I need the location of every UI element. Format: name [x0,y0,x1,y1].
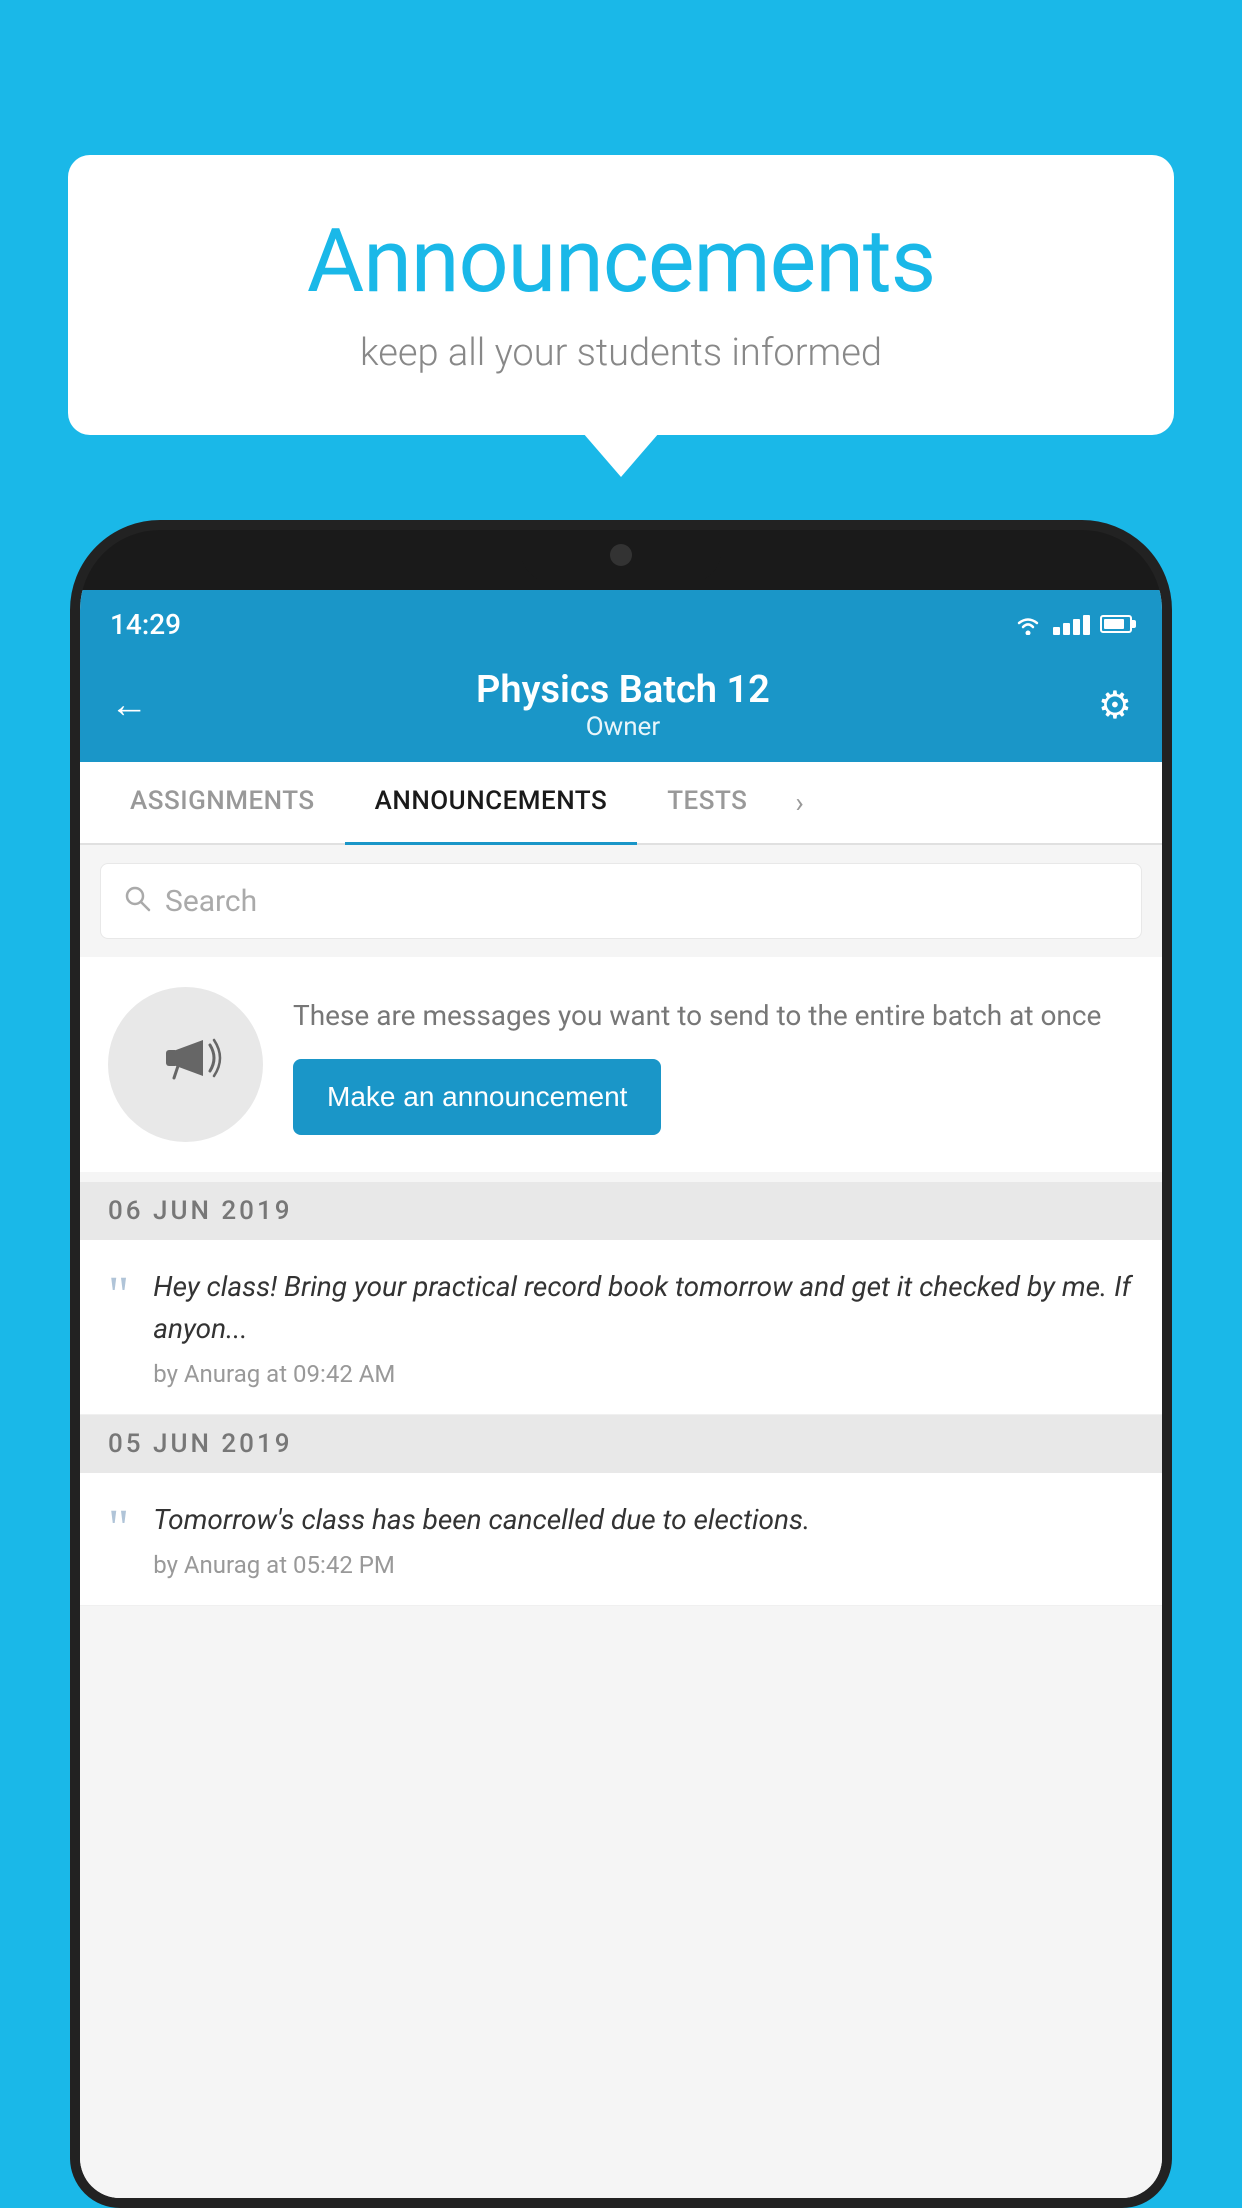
search-bar[interactable]: Search [100,863,1142,939]
status-bar: 14:29 [80,590,1162,650]
phone-camera [610,544,632,566]
tab-more-icon[interactable]: › [777,762,821,843]
date-divider-2: 05 JUN 2019 [80,1415,1162,1473]
promo-description: These are messages you want to send to t… [293,995,1134,1037]
announcement-text-2: Tomorrow's class has been cancelled due … [153,1499,1134,1541]
announcement-content-1: Hey class! Bring your practical record b… [153,1266,1134,1388]
announcement-meta-1: by Anurag at 09:42 AM [153,1360,395,1388]
batch-subtitle: Owner [586,712,660,742]
signal-bars-icon [1053,613,1090,635]
phone-screen: 14:29 [80,590,1162,2198]
quote-icon-2: " [108,1503,129,1555]
announcement-item-2[interactable]: " Tomorrow's class has been cancelled du… [80,1473,1162,1606]
tabs-bar: ASSIGNMENTS ANNOUNCEMENTS TESTS › [80,762,1162,845]
speech-bubble-container: Announcements keep all your students inf… [68,155,1174,435]
header-title: Physics Batch 12 Owner [476,668,770,742]
promo-card: These are messages you want to send to t… [80,957,1162,1172]
status-icons [1013,613,1132,635]
batch-title: Physics Batch 12 [476,668,770,712]
status-time: 14:29 [110,608,181,641]
promo-content: These are messages you want to send to t… [293,995,1134,1135]
phone-mockup: 14:29 [70,520,1172,2208]
settings-icon[interactable]: ⚙ [1098,683,1132,728]
announcement-item-1[interactable]: " Hey class! Bring your practical record… [80,1240,1162,1415]
phone-notch [521,530,721,582]
back-button[interactable]: ← [110,683,148,727]
announcement-meta-2: by Anurag at 05:42 PM [153,1551,395,1579]
battery-icon [1100,615,1132,633]
search-icon [123,882,151,920]
promo-icon-circle [108,987,263,1142]
announcements-title: Announcements [128,210,1114,313]
announcements-subtitle: keep all your students informed [128,331,1114,375]
search-placeholder: Search [165,884,257,919]
megaphone-icon [148,1020,223,1110]
tab-announcements[interactable]: ANNOUNCEMENTS [345,762,638,845]
wifi-icon [1013,613,1043,635]
quote-icon-1: " [108,1270,129,1322]
tab-assignments[interactable]: ASSIGNMENTS [100,762,345,845]
make-announcement-button[interactable]: Make an announcement [293,1059,661,1135]
date-divider-1: 06 JUN 2019 [80,1182,1162,1240]
announcement-text-1: Hey class! Bring your practical record b… [153,1266,1134,1350]
announcement-content-2: Tomorrow's class has been cancelled due … [153,1499,1134,1579]
tab-tests[interactable]: TESTS [637,762,777,845]
speech-bubble: Announcements keep all your students inf… [68,155,1174,435]
app-header: ← Physics Batch 12 Owner ⚙ [80,650,1162,762]
content-area: Search [80,845,1162,2198]
